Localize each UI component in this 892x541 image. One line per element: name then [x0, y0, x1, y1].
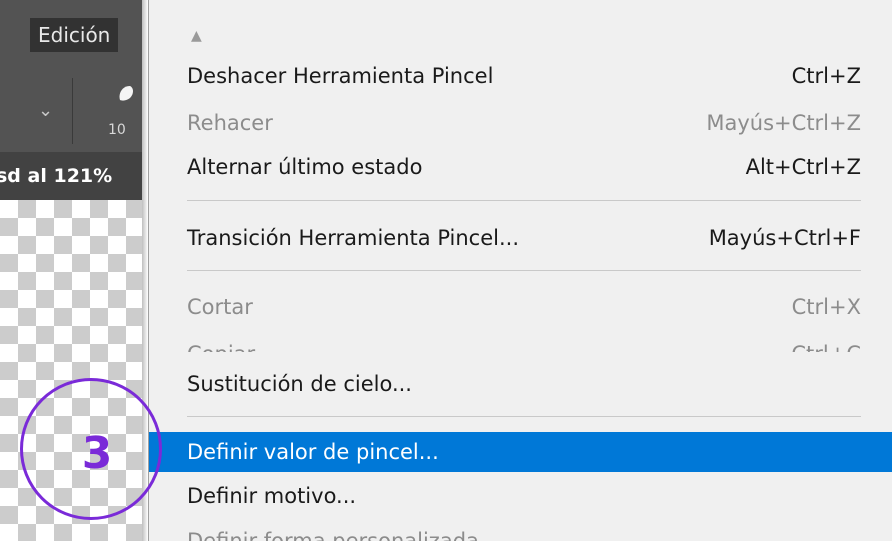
- menu-bar: Edición: [0, 0, 142, 62]
- menu-item-redo[interactable]: Rehacer Mayús+Ctrl+Z: [149, 103, 892, 143]
- menu-item-shortcut: Mayús+Ctrl+F: [708, 226, 861, 250]
- menu-item-shortcut: Ctrl+C: [791, 334, 861, 352]
- menu-item-sky-replacement[interactable]: Sustitución de cielo...: [149, 364, 892, 404]
- chevron-down-icon[interactable]: ⌄: [38, 100, 53, 121]
- menu-item-cut[interactable]: Cortar Ctrl+X: [149, 287, 892, 327]
- menu-item-define-brush-preset[interactable]: Definir valor de pincel...: [149, 432, 892, 472]
- menu-item-shortcut: Ctrl+X: [791, 295, 861, 319]
- options-divider: [72, 78, 73, 144]
- menu-item-shortcut: Ctrl+Z: [791, 64, 861, 88]
- menu-item-label: Definir forma personalizada...: [187, 529, 499, 541]
- menu-item-label: Transición Herramienta Pincel...: [187, 226, 519, 250]
- menu-item-label: Cortar: [187, 295, 253, 319]
- menu-edit[interactable]: Edición: [30, 18, 119, 52]
- document-tab[interactable]: sd al 121%: [0, 152, 142, 200]
- menu-item-label: Rehacer: [187, 111, 273, 135]
- menu-item-shortcut: Mayús+Ctrl+Z: [706, 111, 861, 135]
- menu-item-label: Definir motivo...: [187, 484, 357, 508]
- menu-separator: [187, 270, 861, 271]
- menu-item-define-custom-shape[interactable]: Definir forma personalizada...: [149, 521, 892, 541]
- menu-item-label: Deshacer Herramienta Pincel: [187, 64, 494, 88]
- menu-separator: [187, 416, 861, 417]
- menu-separator: [187, 200, 861, 201]
- scroll-up-arrow-icon[interactable]: ▲: [191, 28, 202, 44]
- brush-size-value: 10: [108, 122, 126, 138]
- menu-item-copy[interactable]: Copiar Ctrl+C: [149, 332, 892, 352]
- edit-dropdown-menu: ▲ Deshacer Herramienta Pincel Ctrl+Z Reh…: [148, 0, 892, 541]
- menu-item-label: Sustitución de cielo...: [187, 372, 412, 396]
- options-bar: [0, 62, 142, 152]
- document-tab-title: sd al 121%: [0, 165, 113, 187]
- menu-item-label: Copiar: [187, 334, 255, 352]
- menu-item-shortcut: Alt+Ctrl+Z: [745, 155, 861, 179]
- menu-item-fade-brush[interactable]: Transición Herramienta Pincel... Mayús+C…: [149, 218, 892, 258]
- menu-item-label: Alternar último estado: [187, 155, 423, 179]
- brush-tip-icon[interactable]: [116, 84, 136, 102]
- menu-item-define-pattern[interactable]: Definir motivo...: [149, 476, 892, 516]
- menu-item-undo[interactable]: Deshacer Herramienta Pincel Ctrl+Z: [149, 56, 892, 96]
- step-number: 3: [81, 428, 113, 479]
- menu-item-label: Definir valor de pincel...: [187, 440, 439, 464]
- menu-item-toggle-last-state[interactable]: Alternar último estado Alt+Ctrl+Z: [149, 147, 892, 187]
